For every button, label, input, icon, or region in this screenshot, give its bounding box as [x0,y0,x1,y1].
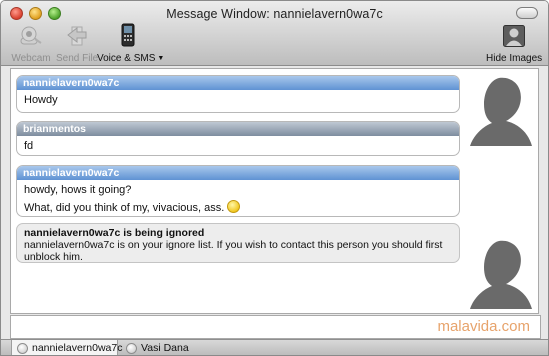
phone-icon [121,23,135,50]
send-file-icon [66,23,88,50]
message-sender: nannielavern0wa7c [17,166,459,180]
hide-images-label: Hide Images [486,53,543,64]
send-file-button[interactable]: Send File [56,26,98,64]
tab-label: nannielavern0wa7c [32,342,123,354]
title-bar: Message Window: nannielavern0wa7c Webcam… [1,1,548,66]
message-text: What, did you think of my, vivacious, as… [24,202,225,214]
ignore-notice-text: nannielavern0wa7c is on your ignore list… [24,239,443,263]
window-title: Message Window: nannielavern0wa7c [166,7,383,21]
message-text: fd [24,140,34,152]
voice-sms-button[interactable]: Voice & SMS ▼ [97,23,164,64]
message-bubble: nannielavern0wa7c howdy, hows it going? … [16,165,460,217]
tab-nannielavern0wa7c[interactable]: nannielavern0wa7c [11,340,122,355]
user-silhouette-icon [466,237,536,312]
message-text: howdy, hows it going? [24,184,132,196]
chevron-down-icon: ▼ [157,55,165,62]
status-dot-icon [126,343,137,354]
hide-images-icon [503,25,525,50]
webcam-button[interactable]: Webcam [11,26,51,64]
tab-bar: nannielavern0wa7c Vasi Dana [1,339,548,355]
message-sender: nannielavern0wa7c [17,76,459,90]
message-window: Message Window: nannielavern0wa7c Webcam… [0,0,549,356]
message-sender: brianmentos [17,122,459,136]
ignore-notice-title: nannielavern0wa7c is being ignored [24,227,205,239]
message-input[interactable]: malavida.com [10,315,541,339]
smiley-icon [227,200,241,213]
webcam-label: Webcam [11,53,51,64]
voice-sms-label: Voice & SMS [97,53,156,64]
webcam-icon [18,25,44,50]
hide-images-button[interactable]: Hide Images [486,25,543,64]
chat-transcript[interactable]: nannielavern0wa7c Howdy brianmentos fd n… [10,68,539,314]
watermark: malavida.com [437,318,530,335]
toolbar-toggle-button[interactable] [516,7,538,19]
message-bubble: brianmentos fd [16,121,460,156]
ignore-notice: nannielavern0wa7c is being ignored nanni… [16,223,460,263]
message-bubble: nannielavern0wa7c Howdy [16,75,460,113]
status-dot-icon [17,343,28,354]
tab-vasi-dana[interactable]: Vasi Dana [121,340,191,355]
tab-label: Vasi Dana [141,342,189,354]
user-silhouette-icon [466,74,536,149]
send-file-label: Send File [56,53,99,64]
message-text: Howdy [24,94,58,106]
